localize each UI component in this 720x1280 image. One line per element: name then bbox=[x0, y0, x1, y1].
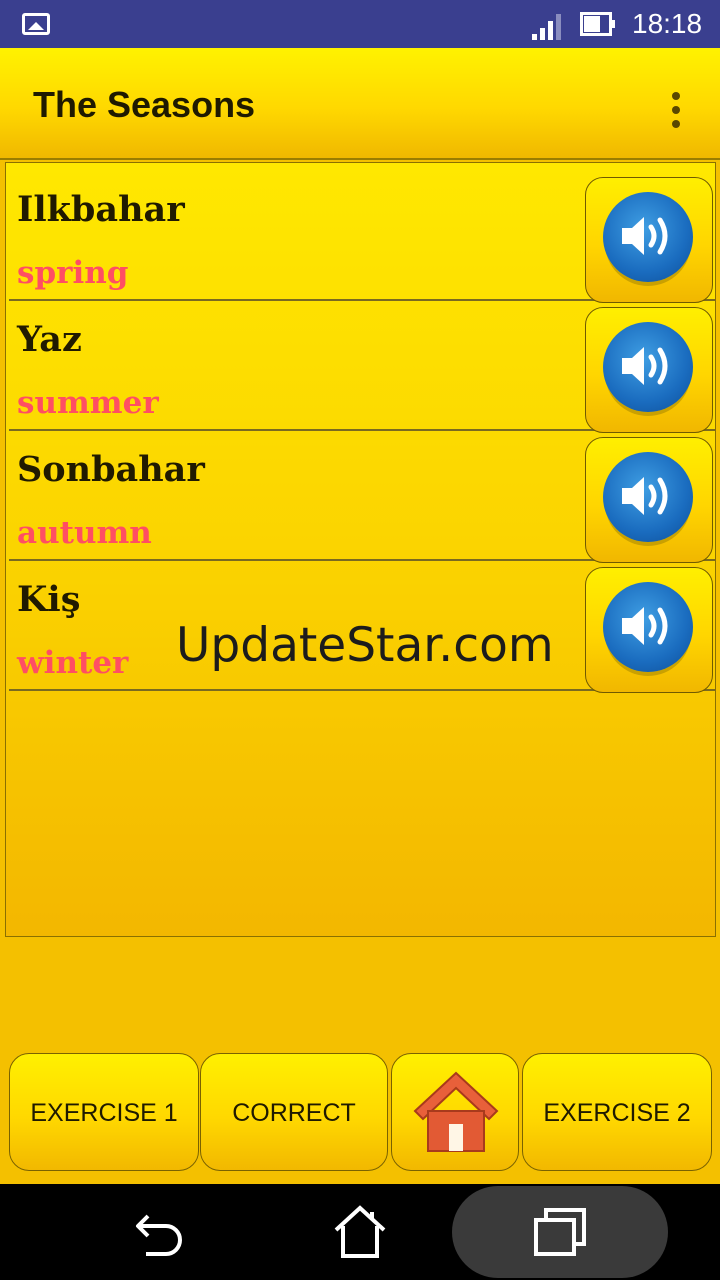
exercise-1-button[interactable]: EXERCISE 1 bbox=[9, 1053, 199, 1171]
signal-icon bbox=[532, 14, 561, 40]
back-icon[interactable] bbox=[128, 1202, 192, 1262]
speaker-icon bbox=[622, 347, 668, 385]
recent-apps-icon[interactable] bbox=[528, 1202, 592, 1262]
meaning-text: winter bbox=[17, 645, 129, 681]
meaning-text: spring bbox=[17, 255, 129, 291]
gallery-icon bbox=[22, 13, 50, 35]
meaning-text: summer bbox=[17, 385, 159, 421]
home-icon bbox=[413, 1071, 499, 1152]
meaning-text: autumn bbox=[17, 515, 152, 551]
battery-icon bbox=[580, 12, 615, 36]
status-time: 18:18 bbox=[632, 8, 703, 39]
page-title: The Seasons bbox=[33, 84, 256, 125]
play-sound-button[interactable] bbox=[585, 177, 713, 303]
home-icon[interactable] bbox=[328, 1202, 392, 1262]
home-button[interactable] bbox=[391, 1053, 519, 1171]
list-item: Sonbahar autumn bbox=[9, 431, 715, 563]
status-bar: 18:18 bbox=[0, 0, 720, 48]
exercise-2-button[interactable]: EXERCISE 2 bbox=[522, 1053, 712, 1171]
word-list: Ilkbahar spring Yaz summer Sonbahar autu… bbox=[5, 162, 716, 937]
navigation-bar bbox=[0, 1184, 720, 1280]
watermark-text: UpdateStar.com bbox=[176, 618, 554, 673]
speaker-icon bbox=[622, 217, 668, 255]
word-text: Kiş bbox=[17, 579, 81, 620]
list-item: Yaz summer bbox=[9, 301, 715, 433]
play-sound-button[interactable] bbox=[585, 567, 713, 693]
correct-button[interactable]: CORRECT bbox=[200, 1053, 388, 1171]
list-item: Ilkbahar spring bbox=[9, 171, 715, 303]
word-text: Ilkbahar bbox=[17, 189, 185, 230]
play-sound-button[interactable] bbox=[585, 437, 713, 563]
app-bar: The Seasons bbox=[0, 48, 720, 160]
word-text: Yaz bbox=[17, 319, 82, 360]
overflow-menu-icon[interactable] bbox=[664, 88, 688, 132]
speaker-icon bbox=[622, 607, 668, 645]
speaker-icon bbox=[622, 477, 668, 515]
play-sound-button[interactable] bbox=[585, 307, 713, 433]
word-text: Sonbahar bbox=[17, 449, 205, 490]
